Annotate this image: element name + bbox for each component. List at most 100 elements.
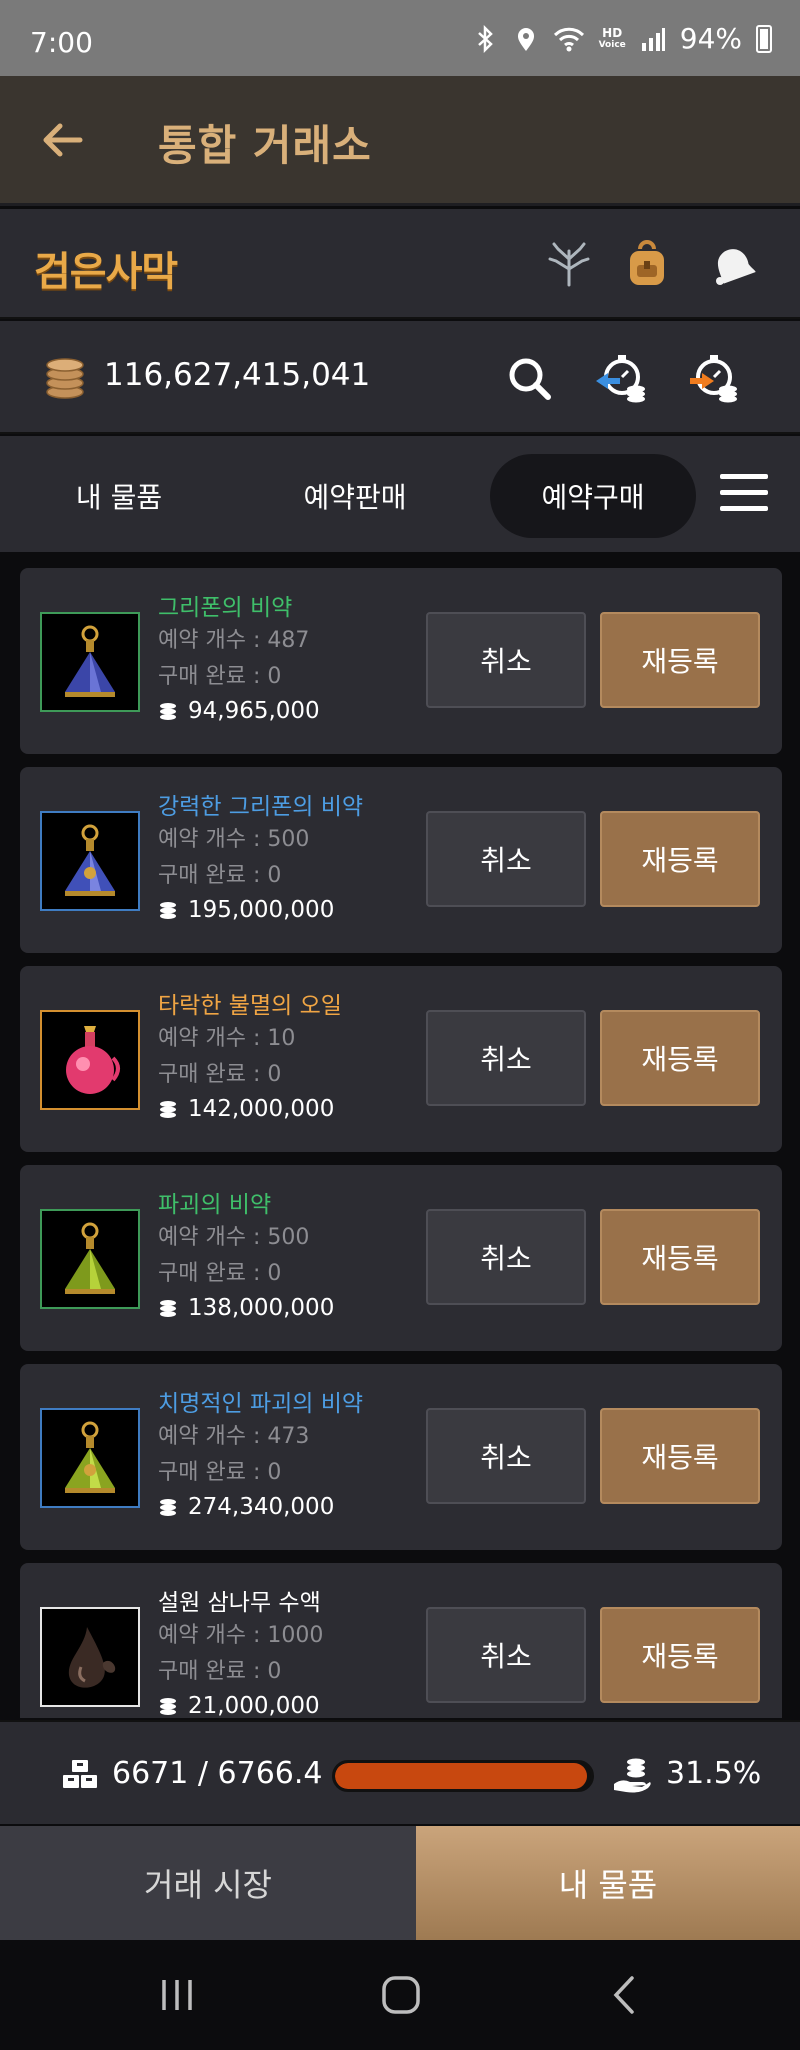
cancel-button[interactable]: 취소 — [426, 1408, 586, 1504]
purchase-complete: 구매 완료 : 0 — [158, 1659, 282, 1684]
status-time: 7:00 — [30, 26, 93, 59]
bell-icon[interactable] — [706, 239, 756, 289]
backpack-icon[interactable] — [622, 239, 672, 289]
red-oil-icon — [66, 1026, 120, 1094]
price: 195,000,000 — [158, 897, 334, 923]
price: 21,000,000 — [158, 1693, 320, 1718]
status-icons: HD Voice 94% — [473, 22, 772, 55]
item-name: 파괴의 비약 — [158, 1192, 272, 1218]
list-item: 파괴의 비약 예약 개수 : 500 구매 완료 : 0 138,000,000… — [20, 1165, 782, 1351]
reserve-count: 예약 개수 : 487 — [158, 628, 310, 653]
list-item: 강력한 그리폰의 비약 예약 개수 : 500 구매 완료 : 0 195,00… — [20, 767, 782, 953]
list-item: 치명적인 파괴의 비약 예약 개수 : 473 구매 완료 : 0 274,34… — [20, 1364, 782, 1550]
price-value: 195,000,000 — [188, 897, 335, 923]
warehouse-icon — [63, 1760, 97, 1788]
relist-button[interactable]: 재등록 — [600, 1408, 760, 1504]
recent-apps-icon[interactable] — [152, 1970, 202, 2020]
home-icon[interactable] — [376, 1970, 426, 2020]
page-title: 통합 거래소 — [158, 121, 372, 170]
item-thumbnail[interactable] — [40, 1408, 140, 1508]
tab-trade-market[interactable]: 거래 시장 — [0, 1826, 416, 1940]
silver-coin-icon — [160, 1300, 176, 1317]
item-name: 강력한 그리폰의 비약 — [158, 794, 364, 820]
weight-bar: 6671 / 6766.4 31.5% — [0, 1720, 800, 1824]
list-item: 설원 삼나무 수액 예약 개수 : 1000 구매 완료 : 0 21,000,… — [20, 1563, 782, 1718]
relist-button[interactable]: 재등록 — [600, 1607, 760, 1703]
green-potion-icon — [65, 1222, 115, 1294]
sell-timer-icon[interactable] — [594, 351, 650, 407]
hd-voice-icon: HD Voice — [598, 25, 626, 50]
cancel-button[interactable]: 취소 — [426, 612, 586, 708]
silver-coin-icon — [160, 1698, 176, 1715]
silver-coin-icon — [160, 1101, 176, 1118]
cancel-button[interactable]: 취소 — [426, 1209, 586, 1305]
app-header: 통합 거래소 — [0, 76, 800, 206]
sap-drop-icon — [68, 1627, 116, 1688]
tree-icon[interactable] — [544, 239, 594, 289]
purchase-complete: 구매 완료 : 0 — [158, 1062, 282, 1087]
cancel-button[interactable]: 취소 — [426, 1607, 586, 1703]
tab-reserve-buy[interactable]: 예약구매 — [490, 454, 696, 538]
menu-icon[interactable] — [720, 474, 768, 514]
item-thumbnail[interactable] — [40, 811, 140, 911]
relist-button[interactable]: 재등록 — [600, 612, 760, 708]
item-thumbnail[interactable] — [40, 612, 140, 712]
silver-coin-icon — [160, 703, 176, 720]
item-thumbnail[interactable] — [40, 1607, 140, 1707]
price-value: 142,000,000 — [188, 1096, 335, 1122]
back-arrow-icon[interactable] — [36, 114, 88, 166]
tab-bar: 내 물품 예약판매 예약구매 — [0, 436, 800, 552]
bottom-tabs: 거래 시장 내 물품 — [0, 1826, 800, 1940]
game-logo: 검은사막 — [34, 249, 178, 295]
blue-potion-icon — [65, 625, 115, 697]
buy-timer-icon[interactable] — [686, 351, 742, 407]
cancel-button[interactable]: 취소 — [426, 811, 586, 907]
currency-bar: 116,627,415,041 — [0, 321, 800, 434]
reservation-list: 그리폰의 비약 예약 개수 : 487 구매 완료 : 0 94,965,000… — [0, 552, 800, 1718]
purchase-complete: 구매 완료 : 0 — [158, 863, 282, 888]
silver-coin-icon — [46, 358, 84, 399]
item-thumbnail[interactable] — [40, 1209, 140, 1309]
back-icon[interactable] — [600, 1970, 650, 2020]
list-item: 그리폰의 비약 예약 개수 : 487 구매 완료 : 0 94,965,000… — [20, 568, 782, 754]
cancel-button[interactable]: 취소 — [426, 1010, 586, 1106]
silver-coin-icon — [160, 1499, 176, 1516]
reserve-count: 예약 개수 : 10 — [158, 1026, 296, 1051]
price: 142,000,000 — [158, 1096, 334, 1122]
price: 138,000,000 — [158, 1295, 334, 1321]
search-icon[interactable] — [502, 351, 558, 407]
tax-coin-hand-icon — [614, 1758, 651, 1793]
price-value: 274,340,000 — [188, 1494, 335, 1520]
price-value: 21,000,000 — [188, 1693, 320, 1718]
item-name: 그리폰의 비약 — [158, 595, 293, 621]
battery-icon — [756, 24, 772, 53]
price: 94,965,000 — [158, 698, 320, 724]
relist-button[interactable]: 재등록 — [600, 811, 760, 907]
silver-amount: 116,627,415,041 — [104, 357, 371, 393]
tab-reserve-sell[interactable]: 예약판매 — [252, 454, 458, 538]
reserve-count: 예약 개수 : 473 — [158, 1424, 310, 1449]
brand-bar: 검은사막 — [0, 209, 800, 319]
item-name: 타락한 불멸의 오일 — [158, 993, 342, 1019]
blue-potion-icon — [65, 824, 115, 896]
tab-my-items[interactable]: 내 물품 — [16, 454, 222, 538]
location-icon — [517, 27, 534, 51]
relist-button[interactable]: 재등록 — [600, 1010, 760, 1106]
reserve-count: 예약 개수 : 500 — [158, 1225, 310, 1250]
price-value: 138,000,000 — [188, 1295, 335, 1321]
weight-progress-bar — [332, 1760, 594, 1792]
signal-icon — [641, 27, 665, 51]
reserve-count: 예약 개수 : 1000 — [158, 1623, 324, 1648]
green-potion-icon — [65, 1421, 115, 1493]
item-thumbnail[interactable] — [40, 1010, 140, 1110]
purchase-complete: 구매 완료 : 0 — [158, 1460, 282, 1485]
tab-my-items-bottom[interactable]: 내 물품 — [416, 1826, 800, 1940]
weight-progress-fill — [335, 1763, 588, 1789]
battery-percent: 94% — [679, 22, 742, 55]
silver-coin-icon — [160, 902, 176, 919]
tax-text: 31.5% — [666, 1756, 762, 1791]
price: 274,340,000 — [158, 1494, 334, 1520]
list-item: 타락한 불멸의 오일 예약 개수 : 10 구매 완료 : 0 142,000,… — [20, 966, 782, 1152]
relist-button[interactable]: 재등록 — [600, 1209, 760, 1305]
item-name: 설원 삼나무 수액 — [158, 1590, 321, 1616]
